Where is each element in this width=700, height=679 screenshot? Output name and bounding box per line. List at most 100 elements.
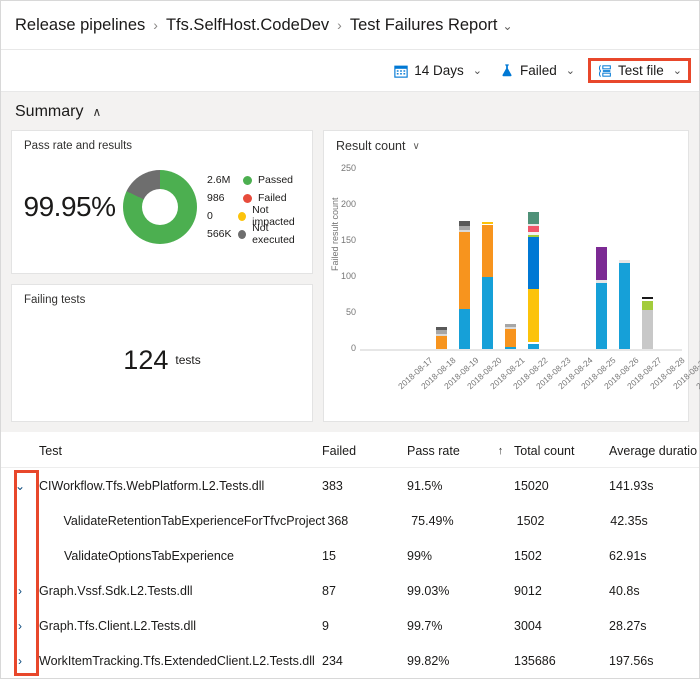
cell-test-name: WorkItemTracking.Tfs.ExtendedClient.L2.T…: [39, 653, 315, 668]
chevron-down-icon[interactable]: ⌄: [473, 64, 482, 77]
sort-ascending-icon[interactable]: ↑: [487, 445, 514, 457]
bar-group[interactable]: [636, 297, 659, 349]
result-count-header[interactable]: Result count ∨: [324, 131, 688, 153]
bar-group[interactable]: [476, 221, 499, 349]
failing-tests-card: Failing tests 124 tests: [11, 284, 313, 422]
breadcrumb-item-report[interactable]: Test Failures Report ⌄: [350, 16, 513, 35]
cell-pass-rate: 99.82%: [407, 653, 450, 668]
cell-failed: 87: [322, 583, 336, 598]
legend-value: 986: [207, 192, 225, 204]
bar-group[interactable]: [613, 260, 636, 349]
summary-cards: Pass rate and results 99.95% 2.6M Passed 9…: [1, 130, 700, 422]
failing-tests-unit: tests: [175, 353, 201, 367]
bar-segment: [482, 277, 494, 349]
breadcrumb-item-pipeline[interactable]: Tfs.SelfHost.CodeDev: [166, 16, 329, 35]
cell-average-duration: 28.27s: [609, 618, 647, 633]
stacked-bar[interactable]: [459, 220, 471, 349]
bar-group[interactable]: [590, 246, 613, 349]
bar-segment: [504, 328, 516, 347]
legend-value: 566K: [207, 228, 232, 240]
breadcrumb-separator: ›: [153, 17, 158, 33]
breadcrumb-item-report-label: Test Failures Report: [349, 15, 498, 34]
bar-group[interactable]: [431, 327, 454, 349]
table-row[interactable]: ValidateOptionsTabExperience 15 99% 1502 62.…: [1, 538, 699, 573]
expander-glyph: ›: [18, 653, 22, 668]
cell-test-name: CIWorkflow.Tfs.WebPlatform.L2.Tests.dll: [39, 478, 265, 493]
summary-title: Summary: [15, 103, 84, 120]
failing-tests-card-body: 124 tests: [12, 306, 312, 414]
summary-header[interactable]: Summary ∧: [1, 92, 699, 130]
table-row[interactable]: ValidateRetentionTabExperienceForTfvcPro…: [1, 503, 699, 538]
bar-group[interactable]: [522, 211, 545, 349]
test-failures-report-page: Release pipelines › Tfs.SelfHost.CodeDev…: [0, 0, 700, 679]
legend-item-not-executed: 566K Not executed: [207, 222, 306, 246]
legend-value: 2.6M: [207, 174, 231, 186]
stacked-bar[interactable]: [527, 211, 539, 349]
cell-total-count: 135686: [514, 653, 556, 668]
cell-average-duration: 141.93s: [609, 478, 654, 493]
cell-test-name: Graph.Tfs.Client.L2.Tests.dll: [39, 618, 197, 633]
table-header-pass-rate[interactable]: Pass rate: [407, 444, 487, 458]
bar-segment: [504, 346, 516, 349]
bar-segment: [482, 225, 494, 277]
table-header-test[interactable]: Test: [39, 444, 322, 458]
chevron-up-icon[interactable]: ∧: [92, 105, 101, 119]
chevron-right-icon[interactable]: ›: [1, 654, 39, 668]
cell-test-name: ValidateRetentionTabExperienceForTfvcPro…: [63, 513, 326, 528]
chevron-down-icon[interactable]: ∨: [412, 141, 419, 152]
cell-total-count: 9012: [514, 583, 542, 598]
table-header-failed[interactable]: Failed: [322, 444, 407, 458]
legend-color-swatch: [238, 229, 247, 239]
stacked-bar[interactable]: [436, 327, 448, 349]
stacked-bar[interactable]: [619, 260, 631, 349]
cell-pass-rate: 91.5%: [407, 478, 443, 493]
bar-segment: [596, 282, 608, 349]
group-by-filter[interactable]: Test file ⌄: [588, 58, 691, 83]
cell-pass-rate: 99.03%: [407, 583, 450, 598]
breadcrumb-separator: ›: [337, 17, 342, 33]
pass-rate-card-body: 99.95% 2.6M Passed 986 Failed 0 Not impacted 5…: [12, 152, 312, 262]
stacked-bar[interactable]: [504, 323, 516, 349]
bar-segment: [619, 263, 631, 349]
stacked-bar[interactable]: [482, 221, 494, 349]
chevron-right-icon[interactable]: ›: [1, 619, 39, 633]
pass-rate-card-title: Pass rate and results: [24, 140, 133, 152]
chevron-down-icon[interactable]: ⌄: [566, 64, 575, 77]
date-range-filter[interactable]: 14 Days ⌄: [385, 59, 491, 82]
breadcrumb-item-release-pipelines[interactable]: Release pipelines: [15, 16, 145, 35]
table-row[interactable]: › Graph.Vssf.Sdk.L2.Tests.dll 87 99.03% 9012…: [1, 573, 699, 608]
cell-average-duration: 42.35s: [610, 513, 648, 528]
stacked-bar[interactable]: [642, 297, 654, 349]
bar-segment: [459, 232, 471, 310]
cell-test-name: Graph.Vssf.Sdk.L2.Tests.dll: [39, 583, 193, 598]
chevron-right-icon[interactable]: ›: [1, 584, 39, 598]
legend-item-passed: 2.6M Passed: [207, 171, 306, 189]
cell-failed: 15: [322, 548, 336, 563]
legend-label: Not executed: [252, 222, 295, 246]
chevron-down-icon[interactable]: ⌄: [673, 64, 682, 77]
cell-failed: 234: [322, 653, 343, 668]
cell-pass-rate: 99.7%: [407, 618, 443, 633]
y-axis-tick: 0: [350, 343, 356, 353]
cell-total-count: 3004: [514, 618, 542, 633]
bar-group[interactable]: [499, 323, 522, 349]
test-results-table: Test Failed Pass rate ↑ Total count Aver…: [1, 434, 699, 678]
result-count-plot: Failed result count 250 200 150 100 50 0 2018-…: [324, 153, 700, 411]
bar-group[interactable]: [453, 220, 476, 349]
y-axis-tick: 100: [340, 271, 356, 281]
cell-failed: 383: [322, 478, 343, 493]
bar-segment: [527, 343, 539, 349]
bar-segment: [459, 309, 471, 349]
pass-rate-value: 99.95%: [23, 191, 116, 222]
chevron-down-icon[interactable]: ⌄: [502, 19, 512, 33]
stacked-bar[interactable]: [596, 246, 608, 349]
outcome-filter[interactable]: Failed ⌄: [491, 59, 584, 82]
table-row[interactable]: ⌄ CIWorkflow.Tfs.WebPlatform.L2.Tests.dll…: [1, 468, 699, 503]
table-row[interactable]: › Graph.Tfs.Client.L2.Tests.dll 9 99.7% 3004…: [1, 608, 699, 643]
summary-section: Summary ∧ Pass rate and results 99.95% 2…: [1, 92, 700, 432]
chevron-down-icon[interactable]: ⌄: [1, 479, 39, 493]
bar-segment: [527, 237, 539, 290]
table-header-total-count[interactable]: Total count: [514, 444, 609, 458]
table-row[interactable]: › WorkItemTracking.Tfs.ExtendedClient.L2.…: [1, 643, 699, 678]
table-header-average-duration[interactable]: Average duratio: [609, 444, 699, 458]
